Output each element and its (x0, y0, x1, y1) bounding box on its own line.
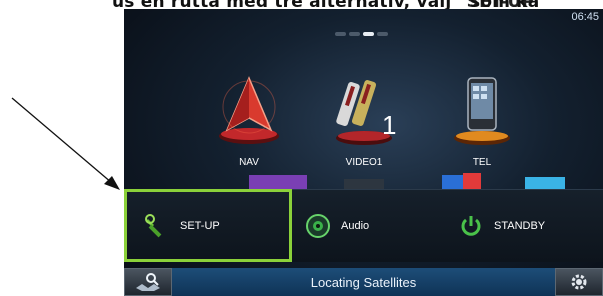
page-dot (349, 32, 360, 36)
gear-icon (571, 274, 587, 290)
audio-label: Audio (341, 220, 370, 232)
tel-label: TEL (472, 157, 492, 168)
video1-label: VIDEO1 (345, 157, 383, 168)
clock: 06:45 (571, 11, 599, 23)
video-icon: 1 (336, 80, 396, 145)
tel-app-button[interactable]: TEL (442, 72, 522, 168)
setup-highlight-box (124, 189, 292, 262)
search-map-icon (136, 273, 160, 291)
page-dot (335, 32, 346, 36)
phone-icon (454, 77, 510, 145)
nav-icon (219, 76, 279, 144)
nav-label: NAV (239, 157, 259, 168)
status-text: Locating Satellites (310, 275, 417, 290)
nav-app-button[interactable]: NAV (209, 72, 289, 168)
page-dot-active (363, 32, 374, 36)
standby-label: STANDBY (494, 220, 546, 232)
audio-menu-button[interactable]: Audio (305, 190, 445, 262)
speaker-icon (305, 213, 331, 239)
svg-text:1: 1 (382, 110, 396, 140)
status-bar: Locating Satellites (124, 268, 603, 296)
video1-app-button[interactable]: 1 VIDEO1 (324, 72, 404, 168)
settings-button[interactable] (555, 268, 603, 296)
page-dot (377, 32, 388, 36)
power-icon (458, 213, 484, 239)
map-search-button[interactable] (124, 268, 172, 296)
page-indicator[interactable] (335, 32, 388, 36)
standby-menu-button[interactable]: STANDBY (458, 190, 598, 262)
